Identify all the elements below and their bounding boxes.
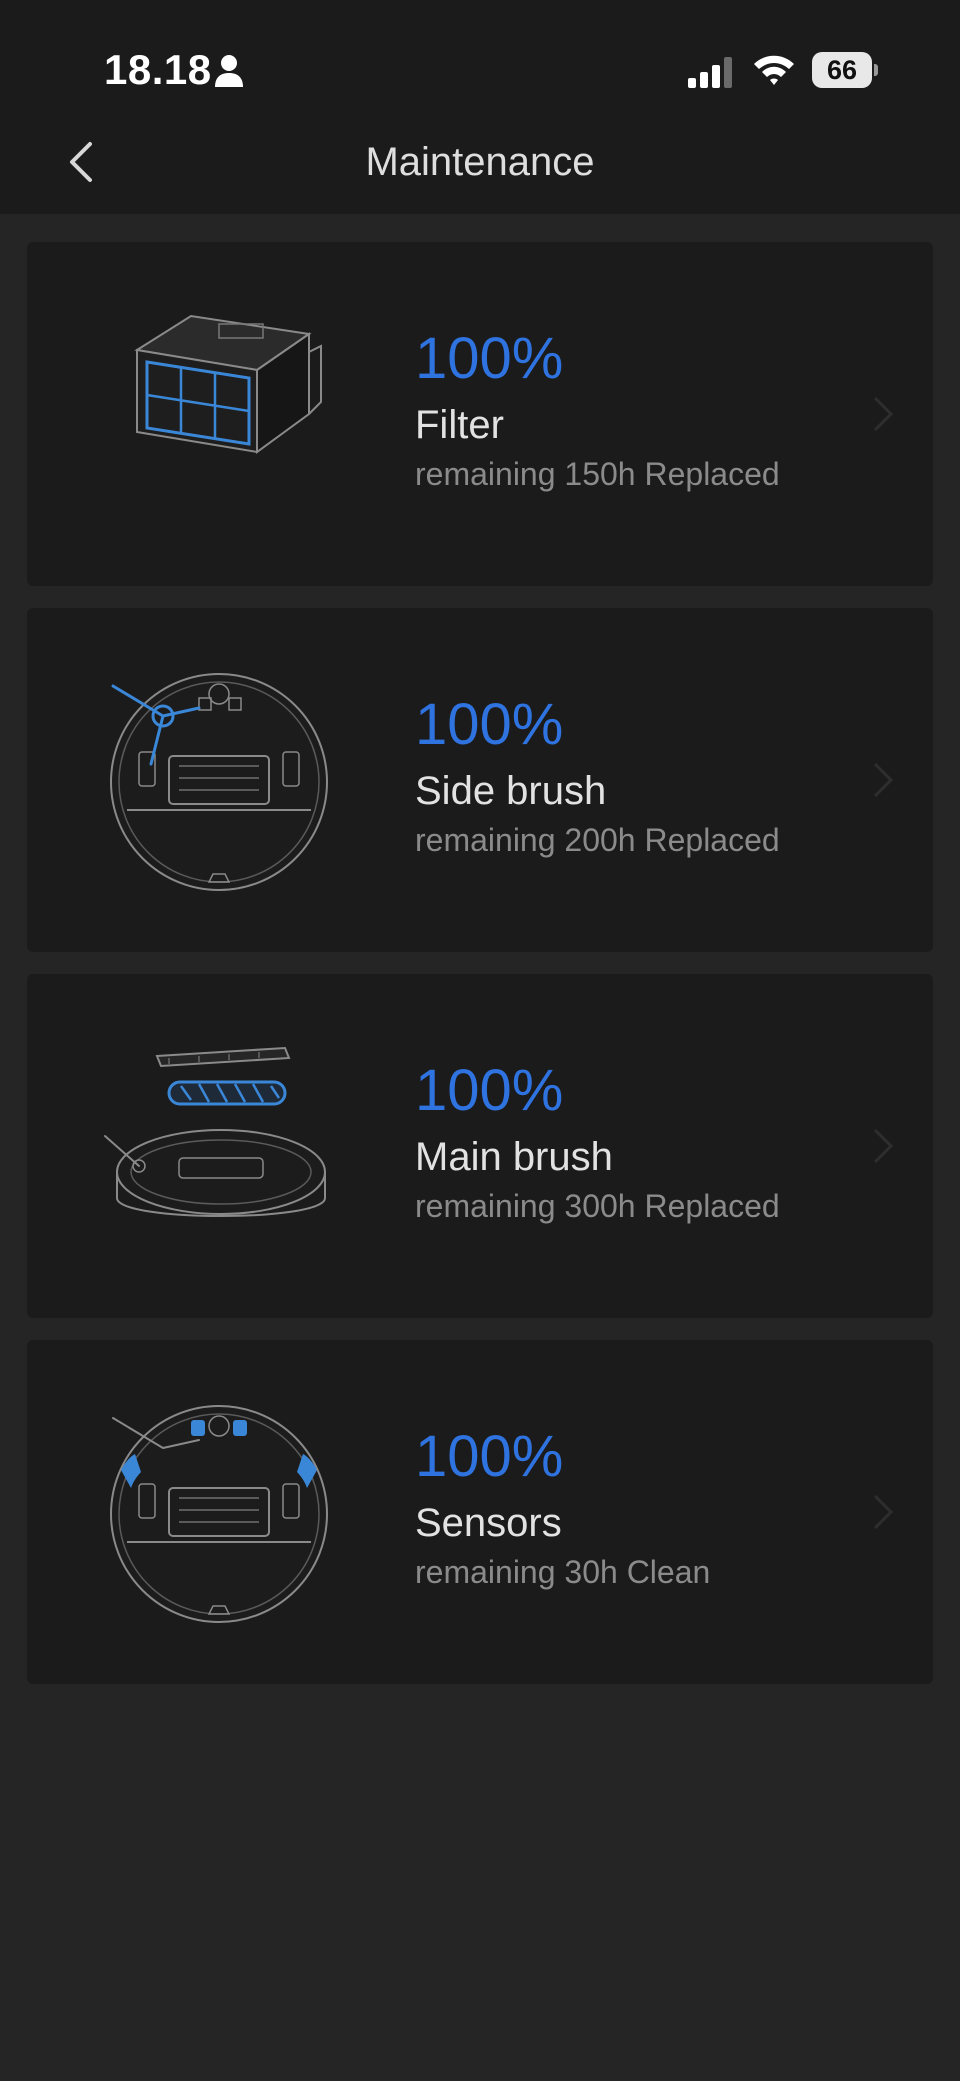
battery-tip xyxy=(874,64,878,76)
maintenance-item-main-brush[interactable]: 100% Main brush remaining 300h Replaced xyxy=(27,974,933,1318)
item-percent: 100% xyxy=(415,1424,564,1489)
status-bar: 18.18 66 xyxy=(0,0,960,110)
chevron-right-icon xyxy=(873,396,894,432)
item-text: 100% Filter remaining 150h Replaced xyxy=(415,326,875,496)
item-text: 100% Main brush remaining 300h Replaced xyxy=(415,1058,875,1228)
back-button[interactable] xyxy=(56,132,116,192)
chevron-right-icon xyxy=(873,1128,894,1164)
nav-bar: Maintenance xyxy=(0,110,960,214)
battery-icon: 66 xyxy=(812,52,880,88)
person-icon xyxy=(215,55,243,87)
item-detail: remaining 150h Replaced xyxy=(415,456,780,492)
maintenance-item-sensors[interactable]: 100% Sensors remaining 30h Clean xyxy=(27,1340,933,1684)
item-percent: 100% xyxy=(415,1058,564,1123)
page-title: Maintenance xyxy=(365,140,595,184)
maintenance-list: 100% Filter remaining 150h Replaced 100% xyxy=(27,242,933,1706)
item-name: Main brush xyxy=(415,1135,613,1179)
wifi-icon xyxy=(754,55,794,85)
chevron-right-icon xyxy=(873,1494,894,1530)
main-brush-illustration xyxy=(104,1046,326,1217)
sensors-illustration xyxy=(110,1405,328,1623)
item-detail: remaining 200h Replaced xyxy=(415,822,780,858)
item-detail: remaining 30h Clean xyxy=(415,1554,711,1590)
battery-level: 66 xyxy=(826,55,858,85)
item-percent: 100% xyxy=(415,692,564,757)
maintenance-item-side-brush[interactable]: 100% Side brush remaining 200h Replaced xyxy=(27,608,933,952)
chevron-left-icon xyxy=(70,142,92,182)
status-time: 18.18 xyxy=(104,46,212,93)
item-name: Sensors xyxy=(415,1501,562,1545)
signal-icon xyxy=(688,57,732,88)
maintenance-item-filter[interactable]: 100% Filter remaining 150h Replaced xyxy=(27,242,933,586)
item-name: Side brush xyxy=(415,769,607,813)
item-percent: 100% xyxy=(415,326,564,391)
side-brush-illustration xyxy=(110,673,328,891)
filter-illustration xyxy=(134,314,322,454)
item-name: Filter xyxy=(415,403,504,447)
item-detail: remaining 300h Replaced xyxy=(415,1188,780,1224)
item-text: 100% Sensors remaining 30h Clean xyxy=(415,1424,875,1594)
chevron-right-icon xyxy=(873,762,894,798)
item-text: 100% Side brush remaining 200h Replaced xyxy=(415,692,875,862)
